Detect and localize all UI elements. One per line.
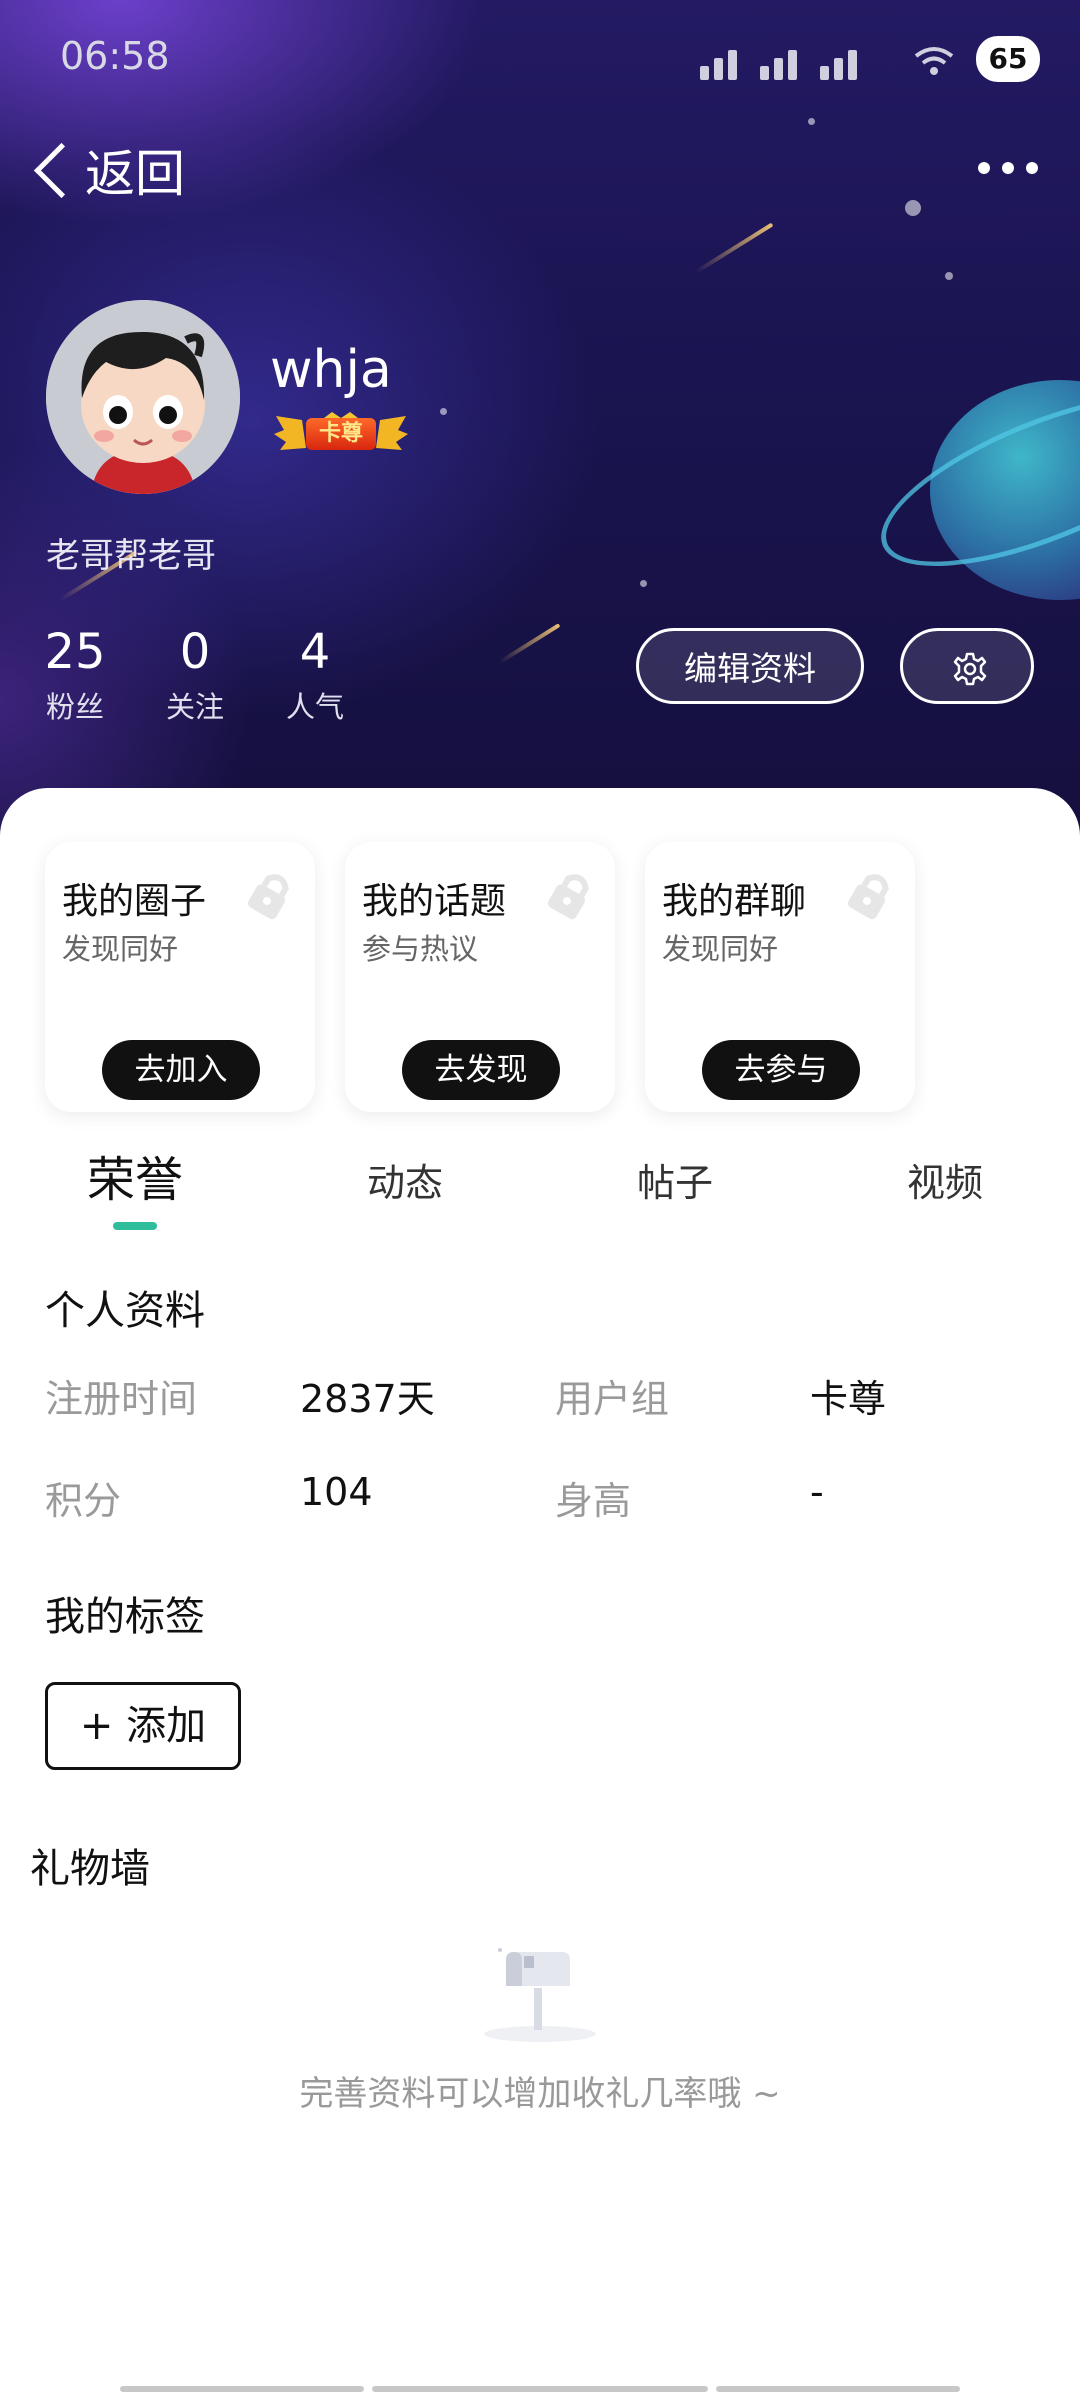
following-label: 关注 <box>165 690 224 724</box>
star-decoration <box>945 272 953 280</box>
profile-header: 06:58 65 返回 whja 卡尊 老哥帮老哥 25 粉丝 0 关注 4 人… <box>0 0 1080 840</box>
join-group-button[interactable]: 去参与 <box>702 1040 860 1100</box>
fans-count: 25 <box>44 624 106 680</box>
empty-mailbox-icon <box>484 1948 596 2042</box>
card-subtitle: 参与热议 <box>362 932 479 966</box>
gift-wall-empty-text: 完善资料可以增加收礼几率哦 ~ <box>299 2074 781 2114</box>
tab-posts[interactable]: 帖子 <box>605 1152 745 1207</box>
star-decoration <box>440 408 447 415</box>
badge-label: 卡尊 <box>306 418 376 450</box>
meteor-decoration <box>694 222 774 274</box>
status-bar: 06:58 65 <box>0 0 1080 110</box>
username: whja <box>270 340 392 400</box>
back-button[interactable]: 返回 <box>28 130 185 210</box>
register-time-value: 2837天 <box>300 1377 435 1421</box>
avatar[interactable] <box>46 300 240 494</box>
gift-wall-title: 礼物墙 <box>30 1846 150 1892</box>
popularity-stat[interactable]: 4 人气 <box>280 622 350 726</box>
following-count: 0 <box>179 624 211 680</box>
fans-label: 粉丝 <box>45 690 104 724</box>
personal-info-title: 个人资料 <box>45 1288 205 1334</box>
height-value: - <box>810 1470 824 1514</box>
circle-card[interactable]: 我的圈子 发现同好 去加入 <box>45 842 315 1112</box>
signal-icon <box>848 50 857 80</box>
fans-stat[interactable]: 25 粉丝 <box>40 622 110 726</box>
signal-icon <box>788 50 797 80</box>
battery-indicator: 65 <box>976 36 1040 82</box>
edit-profile-button[interactable]: 编辑资料 <box>636 628 864 704</box>
more-dot <box>1002 162 1014 174</box>
card-title: 我的群聊 <box>662 881 807 922</box>
signal-icon <box>834 58 843 80</box>
points-label: 积分 <box>45 1479 122 1523</box>
points-value: 104 <box>300 1470 373 1514</box>
profile-signature: 老哥帮老哥 <box>46 536 216 576</box>
wifi-icon <box>914 47 954 75</box>
more-dot <box>1026 162 1038 174</box>
bottom-indicator <box>120 2386 364 2392</box>
tab-videos[interactable]: 视频 <box>875 1152 1015 1207</box>
lock-icon <box>847 874 889 920</box>
back-label: 返回 <box>85 145 185 203</box>
group-chat-card[interactable]: 我的群聊 发现同好 去参与 <box>645 842 915 1112</box>
status-time: 06:58 <box>60 34 170 78</box>
star-decoration <box>905 200 921 216</box>
tab-honor[interactable]: 荣誉 <box>65 1140 205 1210</box>
join-circle-button[interactable]: 去加入 <box>102 1040 260 1100</box>
signal-icon <box>700 66 709 80</box>
user-group-label: 用户组 <box>555 1377 670 1421</box>
popularity-count: 4 <box>299 624 331 680</box>
tab-activity[interactable]: 动态 <box>335 1152 475 1207</box>
height-label: 身高 <box>555 1479 632 1523</box>
bottom-indicator <box>716 2386 960 2392</box>
more-dot <box>978 162 990 174</box>
card-subtitle: 发现同好 <box>62 932 179 966</box>
gear-icon <box>953 652 987 686</box>
status-icons: 65 <box>700 36 1040 82</box>
add-tag-button[interactable]: + 添加 <box>45 1682 241 1770</box>
chevron-left-icon <box>33 142 90 198</box>
avatar-image <box>46 300 240 494</box>
card-subtitle: 发现同好 <box>662 932 779 966</box>
signal-icon <box>774 58 783 80</box>
vip-badge: 卡尊 <box>272 412 410 456</box>
signal-icon <box>820 66 829 80</box>
star-decoration <box>808 118 815 125</box>
user-group-value: 卡尊 <box>810 1377 887 1421</box>
lock-icon <box>247 874 289 920</box>
following-stat[interactable]: 0 关注 <box>160 622 230 726</box>
popularity-label: 人气 <box>285 690 344 724</box>
my-tags-title: 我的标签 <box>45 1594 205 1640</box>
card-title: 我的话题 <box>362 881 507 922</box>
more-options-button[interactable] <box>978 140 1038 196</box>
meteor-decoration <box>498 623 561 664</box>
active-tab-indicator <box>113 1222 157 1230</box>
signal-icon <box>728 50 737 80</box>
signal-icon <box>760 66 769 80</box>
star-decoration <box>640 580 647 587</box>
register-time-label: 注册时间 <box>45 1377 198 1421</box>
topic-card[interactable]: 我的话题 参与热议 去发现 <box>345 842 615 1112</box>
card-title: 我的圈子 <box>62 881 207 922</box>
settings-button[interactable] <box>900 628 1034 704</box>
bottom-indicator <box>372 2386 708 2392</box>
discover-topic-button[interactable]: 去发现 <box>402 1040 560 1100</box>
lock-icon <box>547 874 589 920</box>
signal-icon <box>714 58 723 80</box>
